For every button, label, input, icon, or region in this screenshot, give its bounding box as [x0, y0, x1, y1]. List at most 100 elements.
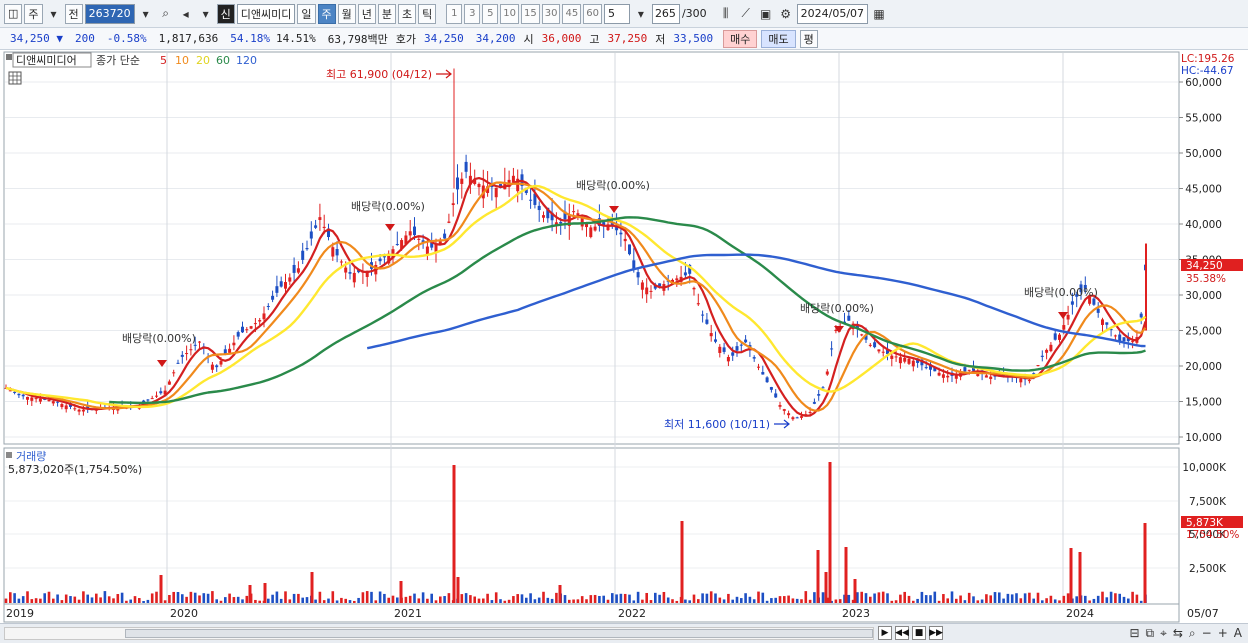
- period-month[interactable]: 월: [337, 3, 356, 24]
- count-input[interactable]: 265: [651, 3, 680, 24]
- candle-body: [34, 398, 38, 400]
- calendar-icon[interactable]: ▦: [870, 4, 888, 24]
- volume-bar: [873, 593, 876, 603]
- volume-bar: [847, 594, 851, 603]
- interval-5[interactable]: 5: [482, 3, 499, 24]
- period-day[interactable]: 일: [297, 3, 316, 24]
- volume-bar: [1006, 593, 1010, 603]
- candle-body: [189, 349, 193, 351]
- period-week[interactable]: 주: [317, 3, 336, 24]
- price-tick-label: 30,000: [1185, 290, 1222, 302]
- interval-input[interactable]: 5: [603, 3, 630, 24]
- volume-bar: [520, 594, 524, 603]
- volume-bar: [228, 593, 231, 603]
- market-select[interactable]: 주: [24, 3, 43, 24]
- search-icon[interactable]: ⌕: [157, 4, 175, 24]
- period-minute[interactable]: 분: [377, 3, 397, 24]
- volume-bar: [494, 592, 498, 603]
- period-year[interactable]: 년: [357, 3, 376, 24]
- volume-bar: [399, 581, 403, 603]
- candle-body: [1118, 334, 1122, 341]
- volume-bar: [335, 600, 339, 603]
- stock-name-field[interactable]: 디앤씨미디: [236, 3, 296, 24]
- volume-bar: [387, 597, 390, 603]
- volume-bar: [606, 599, 610, 603]
- volume-bar: [52, 598, 55, 603]
- volume-bar: [430, 593, 433, 603]
- volume-bar: [176, 592, 180, 603]
- volume-bar: [1088, 600, 1091, 603]
- stop-icon[interactable]: ■: [912, 626, 926, 640]
- range-icon[interactable]: ⊟: [1129, 626, 1139, 641]
- interval-15[interactable]: 15: [521, 3, 540, 24]
- scroll-thumb[interactable]: [125, 629, 873, 638]
- candle-body: [232, 342, 236, 346]
- save-icon[interactable]: ▣: [757, 4, 775, 24]
- interval-1[interactable]: 1: [446, 3, 463, 24]
- volume-bar: [828, 462, 832, 603]
- volume-bar: [378, 591, 382, 603]
- interval-30[interactable]: 30: [541, 3, 561, 24]
- chevron-down-icon[interactable]: ▾: [137, 4, 155, 24]
- layout-icon[interactable]: ◫: [4, 3, 23, 24]
- forward-icon[interactable]: ▶▶: [929, 626, 943, 640]
- interval-45[interactable]: 45: [562, 3, 582, 24]
- volume-bar: [21, 596, 25, 603]
- gear-icon[interactable]: ⚙: [777, 4, 795, 24]
- volume-bar: [434, 600, 438, 603]
- period-second[interactable]: 초: [398, 3, 417, 24]
- candle-body: [451, 203, 455, 206]
- volume-bar: [206, 593, 210, 603]
- play-icon[interactable]: ▶: [878, 626, 892, 640]
- table-icon[interactable]: [8, 71, 22, 85]
- volume-bar: [1135, 594, 1139, 603]
- volume-bar: [615, 594, 618, 603]
- candle-body: [26, 396, 29, 400]
- crosshair-icon[interactable]: ⌖: [1160, 626, 1167, 641]
- volume-bar: [47, 591, 51, 603]
- volume-bar: [1109, 591, 1113, 603]
- date-input[interactable]: 2024/05/07: [796, 3, 869, 24]
- chevron-down-icon[interactable]: ▾: [197, 4, 215, 24]
- buy-button[interactable]: 매수: [723, 29, 758, 48]
- pan-icon[interactable]: ⇆: [1173, 626, 1183, 641]
- price-chart[interactable]: 디앤씨미디어 종가 단순 5 10 20 60 120 LC:195.26 HC…: [0, 50, 1248, 623]
- zoom-icon[interactable]: ⌕: [1189, 626, 1196, 641]
- candle-icon[interactable]: ⫼: [717, 4, 735, 24]
- candle-body: [352, 272, 356, 283]
- sell-button[interactable]: 매도: [761, 29, 796, 48]
- volume-bar: [912, 600, 915, 603]
- chart-toolbar: ◫ 주 ▾ 전 263720 ▾ ⌕ ◂ ▾ 신 디앤씨미디 일 주 월 년 분…: [0, 0, 1248, 28]
- plus-icon[interactable]: +: [1218, 626, 1228, 641]
- horizontal-scrollbar[interactable]: [4, 627, 874, 640]
- minus-icon[interactable]: −: [1202, 626, 1212, 641]
- volume-bar: [748, 596, 752, 603]
- draw-icon[interactable]: ⟋: [737, 4, 755, 24]
- candle-body: [529, 199, 533, 201]
- candle-body: [305, 248, 309, 250]
- period-tick[interactable]: 틱: [418, 3, 437, 24]
- candle-body: [709, 333, 713, 337]
- window-icon[interactable]: ⧉: [1146, 626, 1155, 641]
- interval-60[interactable]: 60: [583, 3, 602, 24]
- eval-button[interactable]: 평: [799, 29, 818, 48]
- volume-bar: [447, 593, 451, 603]
- chevron-down-icon[interactable]: ▾: [632, 4, 650, 24]
- stock-code-input[interactable]: 263720: [84, 3, 135, 24]
- candle-body: [911, 360, 915, 367]
- candle-body: [1122, 337, 1126, 342]
- legend-ma10: 10: [175, 54, 189, 67]
- interval-3[interactable]: 3: [464, 3, 481, 24]
- candle-body: [378, 258, 382, 262]
- volume-bar: [344, 598, 347, 603]
- speaker-icon[interactable]: ◂: [177, 4, 195, 24]
- rewind-icon[interactable]: ◀◀: [895, 626, 909, 640]
- volume-bar: [193, 592, 197, 603]
- chevron-down-icon[interactable]: ▾: [45, 4, 63, 24]
- volume-bar: [301, 597, 304, 603]
- prev-button[interactable]: 전: [64, 3, 83, 24]
- candle-body: [146, 399, 150, 401]
- volume-bar: [1101, 591, 1104, 603]
- font-size-icon[interactable]: A: [1234, 626, 1242, 641]
- interval-10[interactable]: 10: [500, 3, 519, 24]
